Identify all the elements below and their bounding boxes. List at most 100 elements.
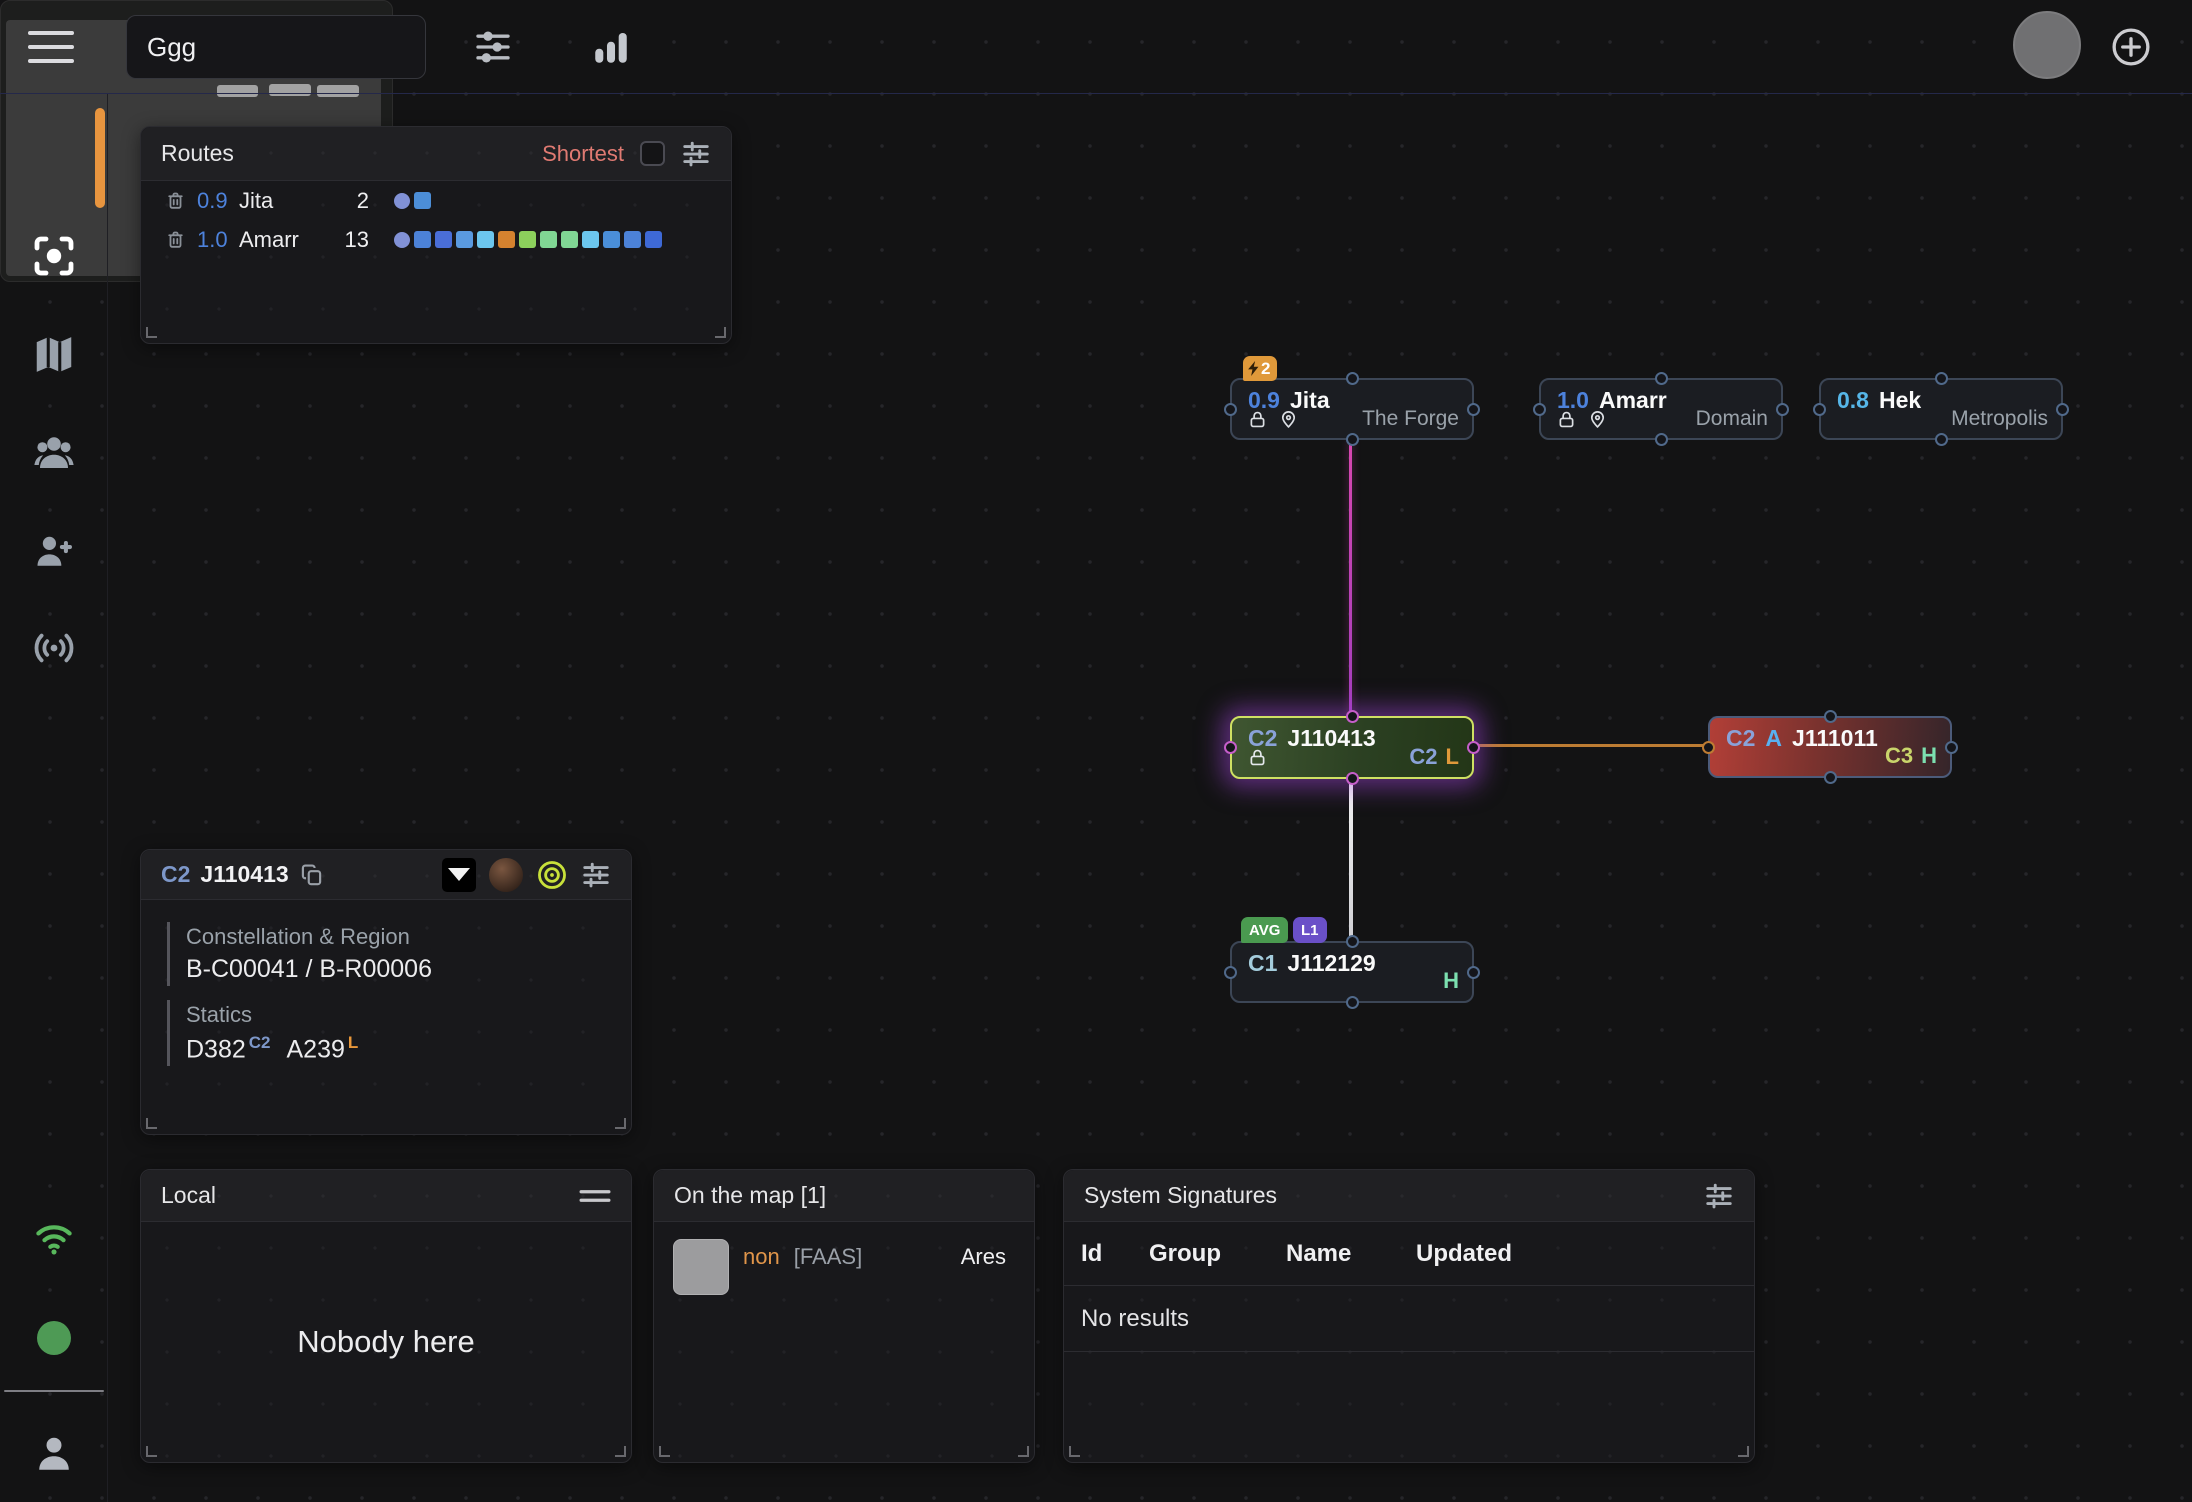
pilot-name[interactable]: non xyxy=(743,1244,780,1270)
local-menu-icon[interactable] xyxy=(579,1186,611,1206)
route-destination[interactable]: Amarr xyxy=(239,227,325,253)
sidebar-item-focus-scan[interactable] xyxy=(0,224,108,288)
delete-route-icon[interactable] xyxy=(165,190,186,212)
pilot-avatar[interactable] xyxy=(673,1239,729,1295)
connection-handle[interactable] xyxy=(1655,433,1668,446)
plus-icon[interactable] xyxy=(2106,22,2156,72)
map-node-j110413-selected[interactable]: C2J110413 C2L xyxy=(1230,716,1474,779)
connection-handle[interactable] xyxy=(1935,433,1948,446)
connection-handle[interactable] xyxy=(1346,935,1359,948)
connection-handle[interactable] xyxy=(1776,403,1789,416)
connection-handle[interactable] xyxy=(1346,710,1359,723)
column-header-id[interactable]: Id xyxy=(1081,1240,1149,1268)
sidebar-item-profile[interactable] xyxy=(0,1422,108,1486)
kills-badge: 2 xyxy=(1243,356,1277,381)
column-header-updated[interactable]: Updated xyxy=(1416,1240,1754,1268)
route-system-swatches[interactable] xyxy=(394,192,431,209)
resize-handle[interactable] xyxy=(146,1446,157,1457)
map-node-jita[interactable]: 2 0.9Jita The Forge xyxy=(1230,378,1474,440)
bar-chart-icon[interactable] xyxy=(586,22,636,72)
route-origin-security: 1.0 xyxy=(197,227,235,253)
connection-handle[interactable] xyxy=(1467,966,1480,979)
resize-handle[interactable] xyxy=(146,327,157,338)
connection-handle[interactable] xyxy=(1655,372,1668,385)
resize-handle[interactable] xyxy=(615,1446,626,1457)
map-name-input[interactable] xyxy=(126,15,426,79)
resize-handle[interactable] xyxy=(1738,1446,1749,1457)
sidebar-item-add-person[interactable] xyxy=(0,520,108,584)
sidebar-divider xyxy=(4,1390,104,1392)
connection-handle[interactable] xyxy=(2056,403,2069,416)
column-header-group[interactable]: Group xyxy=(1149,1240,1286,1268)
sidebar xyxy=(0,94,108,1502)
connection-handle[interactable] xyxy=(1224,403,1237,416)
statics-labels: H xyxy=(1443,968,1459,994)
route-system-swatches[interactable] xyxy=(394,231,662,248)
lightning-icon xyxy=(1248,361,1259,376)
filter-sliders-icon[interactable] xyxy=(468,22,518,72)
routes-title: Routes xyxy=(161,140,234,167)
signatures-empty-text: No results xyxy=(1064,1286,1754,1352)
connection-handle[interactable] xyxy=(1467,403,1480,416)
section-label: Constellation & Region xyxy=(186,924,631,950)
pilot-row[interactable]: non [FAAS] Ares xyxy=(654,1222,1034,1295)
system-class-label: C2 xyxy=(161,861,190,888)
connection-handle[interactable] xyxy=(1224,741,1237,754)
system-settings-icon[interactable] xyxy=(581,860,611,890)
route-row-amarr[interactable]: 1.0 Amarr 13 xyxy=(141,220,731,259)
connection-handle[interactable] xyxy=(1346,772,1359,785)
map-node-amarr[interactable]: 1.0Amarr Domain xyxy=(1539,378,1783,440)
online-status-dot xyxy=(0,1306,108,1370)
signatures-settings-icon[interactable] xyxy=(1704,1181,1734,1211)
connection-handle[interactable] xyxy=(1346,433,1359,446)
route-jump-count: 13 xyxy=(325,227,369,253)
resize-handle[interactable] xyxy=(146,1118,157,1129)
connection-handle[interactable] xyxy=(1346,996,1359,1009)
route-row-jita[interactable]: 0.9 Jita 2 xyxy=(141,181,731,220)
statics-section: Statics D382C2A239L xyxy=(167,1000,631,1066)
resize-handle[interactable] xyxy=(1018,1446,1029,1457)
routes-settings-icon[interactable] xyxy=(681,139,711,169)
sidebar-item-map[interactable] xyxy=(0,322,108,386)
route-destination[interactable]: Jita xyxy=(239,188,325,214)
connection-handle[interactable] xyxy=(1346,372,1359,385)
delete-route-icon[interactable] xyxy=(165,229,186,251)
column-header-name[interactable]: Name xyxy=(1286,1240,1416,1268)
local-panel: Local Nobody here xyxy=(140,1169,632,1463)
avg-badge: AVG xyxy=(1241,917,1288,943)
wormhole-connection-j112129 xyxy=(1349,778,1353,944)
region-name: Metropolis xyxy=(1951,407,2048,431)
resize-handle[interactable] xyxy=(615,1118,626,1129)
connection-handle[interactable] xyxy=(1813,403,1826,416)
copy-icon[interactable] xyxy=(299,862,325,888)
intel-rings-icon[interactable] xyxy=(536,859,568,891)
user-avatar[interactable] xyxy=(2013,11,2081,79)
shortest-checkbox[interactable] xyxy=(640,141,665,166)
connection-handle[interactable] xyxy=(1935,372,1948,385)
resize-handle[interactable] xyxy=(715,327,726,338)
portrait-avatar[interactable] xyxy=(489,858,523,892)
connection-handle[interactable] xyxy=(1533,403,1546,416)
connection-handle[interactable] xyxy=(1467,741,1480,754)
local-title: Local xyxy=(161,1182,216,1209)
map-node-j112129[interactable]: AVG L1 C1J112129 H xyxy=(1230,941,1474,1003)
dscan-icon[interactable] xyxy=(442,858,476,892)
map-node-hek[interactable]: 0.8Hek Metropolis xyxy=(1819,378,2063,440)
local-empty-text: Nobody here xyxy=(141,1222,631,1462)
constellation-region-value: B-C00041 / B-R00006 xyxy=(186,955,631,984)
route-mode-label: Shortest xyxy=(542,141,624,167)
connection-handle[interactable] xyxy=(1945,741,1958,754)
connection-handle[interactable] xyxy=(1224,966,1237,979)
sidebar-item-people[interactable] xyxy=(0,422,108,486)
connection-handle[interactable] xyxy=(1702,741,1715,754)
app-root: { "topbar": { "map_name": "Ggg" }, "colo… xyxy=(0,0,2192,1502)
statics-value: D382C2A239L xyxy=(186,1033,631,1064)
connection-handle[interactable] xyxy=(1824,771,1837,784)
sidebar-item-broadcast[interactable] xyxy=(0,616,108,680)
connection-handle[interactable] xyxy=(1824,710,1837,723)
menu-icon[interactable] xyxy=(28,28,74,66)
location-pin-icon xyxy=(1279,410,1298,429)
map-node-j111011[interactable]: C2AJ111011 C3H xyxy=(1708,716,1952,778)
resize-handle[interactable] xyxy=(659,1446,670,1457)
resize-handle[interactable] xyxy=(1069,1446,1080,1457)
